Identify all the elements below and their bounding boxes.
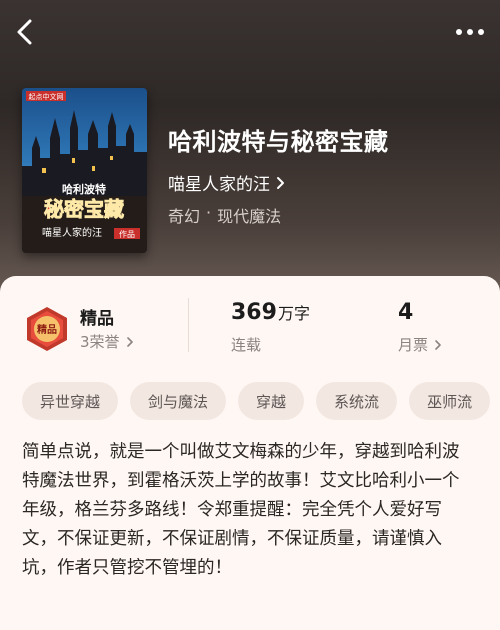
- genre-row: 奇幻 · 现代魔法: [168, 203, 281, 227]
- word-count: 369万字: [231, 300, 310, 325]
- monthly-votes-label: 月票: [398, 336, 429, 354]
- author-link[interactable]: 喵星人家的汪: [168, 170, 286, 195]
- tag-list: 异世穿越 剑与魔法 穿越 系统流 巫师流: [22, 382, 500, 420]
- book-cover[interactable]: 起点中文网 哈利波特 秘密宝藏 喵星人家的汪 作品: [22, 88, 147, 253]
- svg-text:秘密宝藏: 秘密宝藏: [44, 197, 124, 221]
- status-label: 连载: [231, 336, 262, 354]
- stats-row: 精品 精品 3荣誉 369万字 连载 4 月票: [0, 276, 500, 366]
- svg-text:作品: 作品: [119, 229, 135, 239]
- svg-text:哈利波特: 哈利波特: [62, 182, 106, 196]
- top-bar: [0, 0, 500, 64]
- monthly-votes-value: 4: [398, 300, 414, 325]
- subgenre: 现代魔法: [217, 207, 282, 226]
- word-count-unit: 万字: [277, 304, 310, 323]
- svg-text:喵星人家的汪: 喵星人家的汪: [42, 226, 102, 239]
- monthly-votes-link[interactable]: 月票: [398, 334, 442, 355]
- back-arrow-icon: [17, 19, 32, 45]
- book-header: 起点中文网 哈利波特 秘密宝藏 喵星人家的汪 作品 哈利波特与秘密宝藏 喵星人家…: [0, 0, 500, 300]
- svg-text:精品: 精品: [37, 323, 57, 336]
- more-dots-icon: [456, 29, 484, 35]
- tag-chip[interactable]: 巫师流: [409, 382, 491, 420]
- chevron-right-icon: [277, 176, 284, 189]
- stats-divider: [188, 298, 189, 352]
- rank-title: 精品: [80, 309, 114, 329]
- word-count-value: 369: [231, 300, 277, 325]
- tag-chip[interactable]: 系统流: [316, 382, 398, 420]
- book-title: 哈利波特与秘密宝藏: [168, 128, 389, 156]
- tag-chip[interactable]: 剑与魔法: [130, 382, 227, 420]
- honor-link[interactable]: 3荣誉: [80, 331, 134, 352]
- genre: 奇幻: [168, 207, 201, 226]
- more-button[interactable]: [454, 20, 486, 44]
- tag-chip[interactable]: 穿越: [238, 382, 305, 420]
- author-name: 喵星人家的汪: [168, 175, 270, 195]
- rank-badge-icon: 精品: [24, 306, 70, 352]
- back-button[interactable]: [12, 16, 40, 48]
- honor-count: 3荣誉: [80, 333, 120, 351]
- chevron-right-icon: [435, 339, 441, 350]
- svg-text:起点中文网: 起点中文网: [29, 92, 64, 101]
- cover-image: 起点中文网 哈利波特 秘密宝藏 喵星人家的汪 作品: [22, 88, 147, 253]
- book-description[interactable]: 简单点说，就是一个叫做艾文梅森的少年，穿越到哈利波特魔法世界，到霍格沃茨上学的故…: [22, 438, 472, 583]
- genre-separator: ·: [206, 203, 212, 222]
- tag-chip[interactable]: 异世穿越: [22, 382, 119, 420]
- info-panel: 精品 精品 3荣誉 369万字 连载 4 月票 异世穿越 剑与魔法 穿越 系统流…: [0, 276, 500, 630]
- chevron-right-icon: [126, 336, 133, 347]
